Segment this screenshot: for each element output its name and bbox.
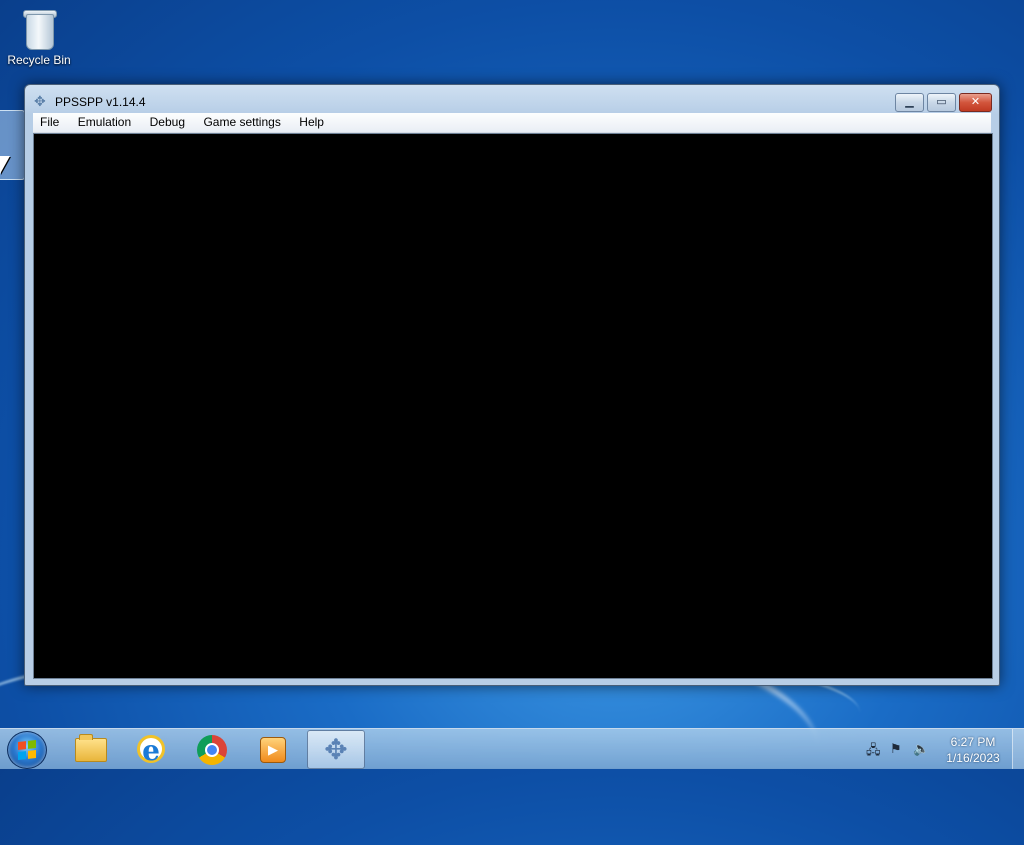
menu-help[interactable]: Help <box>292 113 331 132</box>
desktop-icon-label: Recycle Bin <box>7 53 71 67</box>
ppsspp-window[interactable]: ✥ PPSSPP v1.14.4 ▁ ▭ ✕ File Emulation De… <box>24 84 1000 686</box>
emulator-display[interactable] <box>33 133 993 679</box>
close-button[interactable]: ✕ <box>959 93 992 112</box>
chrome-icon <box>197 735 227 765</box>
internet-explorer-icon: e <box>137 735 165 765</box>
taskbar-media-player[interactable]: ▶ <box>244 730 300 767</box>
flag-icon[interactable]: ⚑ <box>890 741 902 757</box>
taskbar-chrome[interactable] <box>183 730 239 767</box>
maximize-icon: ▭ <box>936 96 947 108</box>
network-icon[interactable]: 🖧 <box>866 741 881 763</box>
windows-logo-icon <box>18 740 36 760</box>
clock-time: 6:27 PM <box>950 735 996 749</box>
show-desktop-button[interactable] <box>1012 729 1024 769</box>
taskbar: e ▶ ✥ 🖧 ⚑ 🔈 6:27 PM 1/16/2023 <box>0 728 1024 769</box>
menu-game-settings[interactable]: Game settings <box>196 113 287 132</box>
minimize-button[interactable]: ▁ <box>895 93 924 112</box>
mouse-cursor-icon <box>0 156 10 174</box>
maximize-button[interactable]: ▭ <box>927 93 956 112</box>
clock[interactable]: 6:27 PM 1/16/2023 <box>936 734 1010 766</box>
desktop-icon-recycle-bin[interactable]: Recycle Bin <box>3 6 75 67</box>
taskbar-file-explorer[interactable] <box>60 730 116 767</box>
taskbar-ppsspp[interactable]: ✥ <box>307 730 365 769</box>
menu-file[interactable]: File <box>33 113 66 132</box>
clock-date: 1/16/2023 <box>946 751 1000 765</box>
media-player-icon: ▶ <box>260 737 286 763</box>
ppsspp-icon: ✥ <box>324 734 348 765</box>
title-bar[interactable]: ✥ PPSSPP v1.14.4 ▁ ▭ ✕ <box>25 85 999 113</box>
menu-emulation[interactable]: Emulation <box>71 113 138 132</box>
window-title: PPSSPP v1.14.4 <box>55 95 146 109</box>
minimize-icon: ▁ <box>905 96 914 108</box>
taskbar-internet-explorer[interactable]: e <box>122 730 178 767</box>
close-icon: ✕ <box>970 96 981 108</box>
menu-bar: File Emulation Debug Game settings Help <box>33 113 991 133</box>
file-explorer-icon <box>75 734 107 762</box>
volume-icon[interactable]: 🔈 <box>913 741 929 757</box>
recycle-bin-icon <box>21 6 57 50</box>
start-button[interactable] <box>7 731 47 769</box>
menu-debug[interactable]: Debug <box>143 113 192 132</box>
ppsspp-icon: ✥ <box>34 93 46 109</box>
